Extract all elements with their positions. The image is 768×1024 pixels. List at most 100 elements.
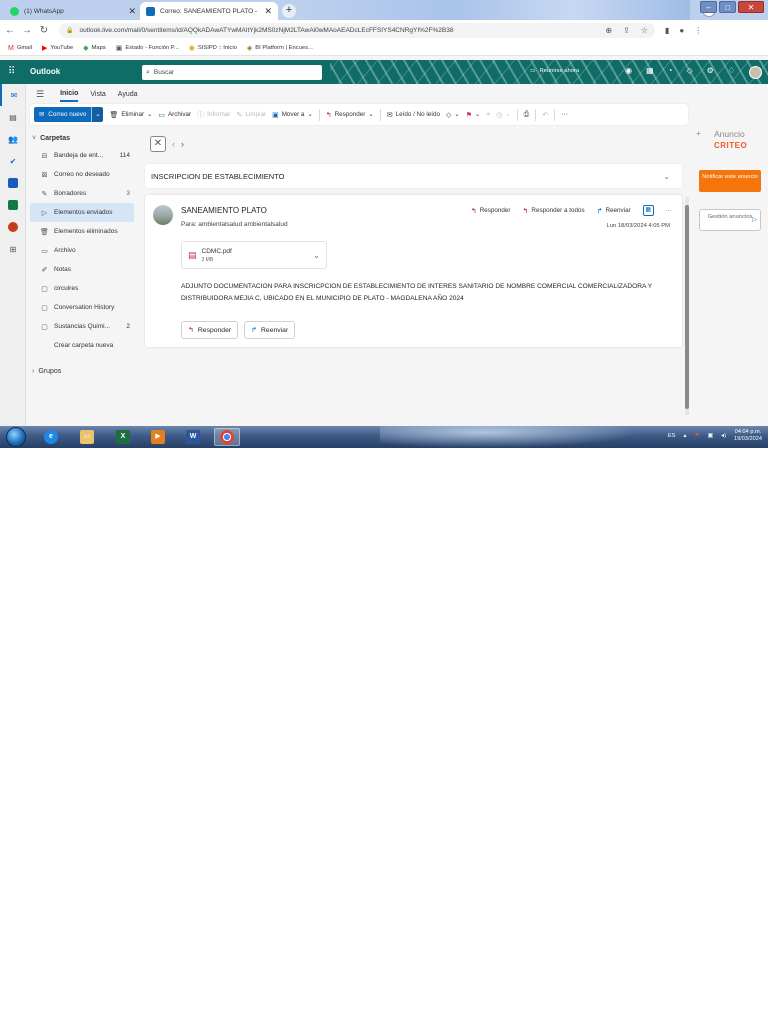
pin-button[interactable]: ⌖ (486, 111, 490, 119)
explorer-taskbar-icon[interactable]: ▭ (74, 428, 100, 446)
tag-button[interactable]: ◇ ⌄ (446, 111, 460, 119)
scrollbar-thumb[interactable] (685, 205, 689, 409)
bookmark-gmail[interactable]: M Gmail (8, 45, 32, 52)
bookmark-youtube[interactable]: ▶ YouTube (42, 44, 73, 52)
folder-circulres[interactable]: ▢ circulres (30, 279, 134, 298)
profile-icon[interactable]: ● (679, 26, 684, 35)
app-launcher-icon[interactable]: ⠿ (8, 66, 15, 77)
close-icon[interactable]: ✕ (150, 136, 166, 152)
bookmark-bi-platform[interactable]: ◈ BI Platform | Encues... (247, 44, 313, 52)
meet-now-button[interactable]: ▭ Reunirse ahora (530, 68, 579, 74)
megaphone-icon[interactable]: ◇ (687, 66, 693, 79)
new-mail-button[interactable]: ✉ Correo nuevo ⌄ (34, 107, 104, 122)
word-taskbar-icon[interactable]: W (180, 428, 206, 446)
bookmark-sisipd[interactable]: ◉ SISIPD :: Inicio (189, 44, 237, 52)
create-folder-link[interactable]: Crear carpeta nueva (30, 336, 134, 355)
folder-sent[interactable]: ▷ Elementos enviados (30, 203, 134, 222)
powerpoint-app-icon[interactable] (0, 216, 26, 238)
new-mail-dropdown[interactable]: ⌄ (91, 107, 104, 122)
hamburger-icon[interactable]: ☰ (36, 89, 44, 100)
gear-icon[interactable]: ⚙ (707, 66, 714, 79)
forward-button[interactable]: ↱ Reenviar (244, 321, 296, 339)
share-icon[interactable]: ⇪ (623, 26, 630, 35)
maximize-button[interactable]: □ (719, 1, 736, 13)
people-app-icon[interactable]: 👥 (0, 128, 26, 150)
undo-button[interactable]: ↶ (542, 111, 548, 119)
zoom-icon[interactable]: ⊕ (605, 26, 612, 35)
report-button[interactable]: ⓘ Informar (197, 110, 230, 120)
calendar-app-icon[interactable]: ▤ (0, 106, 26, 128)
chevron-down-icon[interactable]: ⌄ (663, 172, 670, 181)
media-player-taskbar-icon[interactable]: ▶ (145, 428, 171, 446)
teams-icon[interactable]: ◉ (625, 66, 632, 79)
folder-junk[interactable]: ⊠ Correo no deseado (30, 165, 134, 184)
kebab-menu-icon[interactable]: ⋮ (694, 26, 702, 35)
delete-button[interactable]: 🗑 Eliminar ⌄ (109, 111, 152, 119)
print-button[interactable]: ⎙ (524, 111, 530, 119)
close-tab-icon[interactable]: ✕ (264, 6, 272, 17)
flag-button[interactable]: ⚑ ⌄ (466, 111, 481, 119)
folder-deleted[interactable]: 🗑 Elementos eliminados (30, 222, 134, 241)
tab-vista[interactable]: Vista (90, 88, 105, 101)
flag-icon[interactable]: ⚑ (694, 433, 699, 439)
more-apps-icon[interactable]: ⊞ (0, 238, 26, 260)
start-button[interactable] (6, 427, 26, 447)
plus-icon[interactable]: + (696, 129, 701, 138)
browser-tab-outlook[interactable]: Correo: SANEAMIENTO PLATO - ✕ (140, 2, 278, 20)
tab-ayuda[interactable]: Ayuda (118, 88, 138, 101)
groups-header[interactable]: › Grupos (30, 363, 134, 379)
archive-button[interactable]: ▭ Archivar (158, 111, 191, 119)
star-icon[interactable]: ☆ (641, 26, 648, 35)
folder-notes[interactable]: ✐ Notas (30, 260, 134, 279)
word-app-icon[interactable] (0, 172, 26, 194)
ie-taskbar-icon[interactable]: e (38, 428, 64, 446)
folder-sustancias[interactable]: ▢ Sustancias Quimi... 2 (30, 317, 134, 336)
grid-icon[interactable]: ▦ (642, 205, 654, 216)
tab-inicio[interactable]: Inicio (60, 87, 79, 102)
reply-all-action[interactable]: ↰ Responder a todos (523, 207, 585, 215)
todo-app-icon[interactable]: ✔ (0, 150, 26, 172)
minimize-button[interactable]: – (700, 1, 717, 13)
close-tab-icon[interactable]: ✕ (128, 6, 136, 17)
browser-tab-whatsapp[interactable]: (1) WhatsApp ✕ (4, 2, 142, 20)
chrome-taskbar-icon[interactable] (214, 428, 240, 446)
tray-expand-icon[interactable]: ▴ (684, 433, 687, 439)
chevron-left-icon[interactable]: ‹ (172, 139, 175, 149)
folder-inbox[interactable]: ⊟ Bandeja de ent... 114 (30, 146, 134, 165)
lightbulb-icon[interactable]: ♢ (728, 66, 735, 79)
reply-button[interactable]: ↰ Responder ⌄ (326, 111, 374, 119)
sender-name[interactable]: SANEAMIENTO PLATO (181, 206, 267, 215)
folder-drafts[interactable]: ✎ Borradores 3 (30, 184, 134, 203)
criteo-logo[interactable]: CRITEO (714, 141, 747, 150)
move-to-button[interactable]: ▣ Mover a ⌄ (272, 111, 313, 119)
folder-conversation-history[interactable]: ▢ Conversation History (30, 298, 134, 317)
address-bar[interactable]: 🔒 outlook.live.com/mail/0/sentitems/id/A… (59, 23, 655, 38)
window-close-button[interactable]: ✕ (738, 1, 764, 13)
more-options-button[interactable]: ··· (561, 111, 568, 118)
chevron-right-icon[interactable]: › (181, 139, 184, 149)
calendar-icon[interactable]: ▦ (646, 66, 654, 79)
forward-action[interactable]: ↱ Reenviar (597, 207, 631, 215)
folders-header[interactable]: ˅ Carpetas (30, 130, 134, 146)
attachment-card[interactable]: ▤ CDMC.pdf 3 MB ⌄ (181, 241, 327, 269)
sender-avatar[interactable] (153, 205, 173, 225)
reply-action[interactable]: ↰ Responder (471, 207, 511, 215)
forward-icon[interactable]: → (20, 25, 34, 36)
manage-ads-button[interactable]: Gestión anuncios ▷ (699, 209, 761, 231)
excel-app-icon[interactable] (0, 194, 26, 216)
bookmark-estado[interactable]: ▣ Estado - Función P... (116, 44, 179, 52)
snooze-button[interactable]: ◷ ⌄ (496, 111, 510, 119)
sidepanel-icon[interactable]: ▮ (665, 26, 669, 35)
folder-archive[interactable]: ▭ Archivo (30, 241, 134, 260)
chevron-down-icon[interactable]: ⌄ (313, 251, 320, 260)
mail-app-icon[interactable]: ✉ (0, 84, 26, 106)
volume-icon[interactable]: ◂) (721, 433, 726, 439)
reading-pane-scrollbar[interactable] (685, 197, 689, 415)
new-tab-button[interactable]: + (282, 4, 296, 18)
bell-icon[interactable]: ◔ (668, 66, 673, 79)
reply-button[interactable]: ↰ Responder (181, 321, 239, 339)
language-indicator[interactable]: ES (668, 433, 676, 439)
back-icon[interactable]: ← (3, 25, 17, 36)
excel-taskbar-icon[interactable]: X (110, 428, 136, 446)
user-avatar[interactable] (749, 66, 762, 79)
